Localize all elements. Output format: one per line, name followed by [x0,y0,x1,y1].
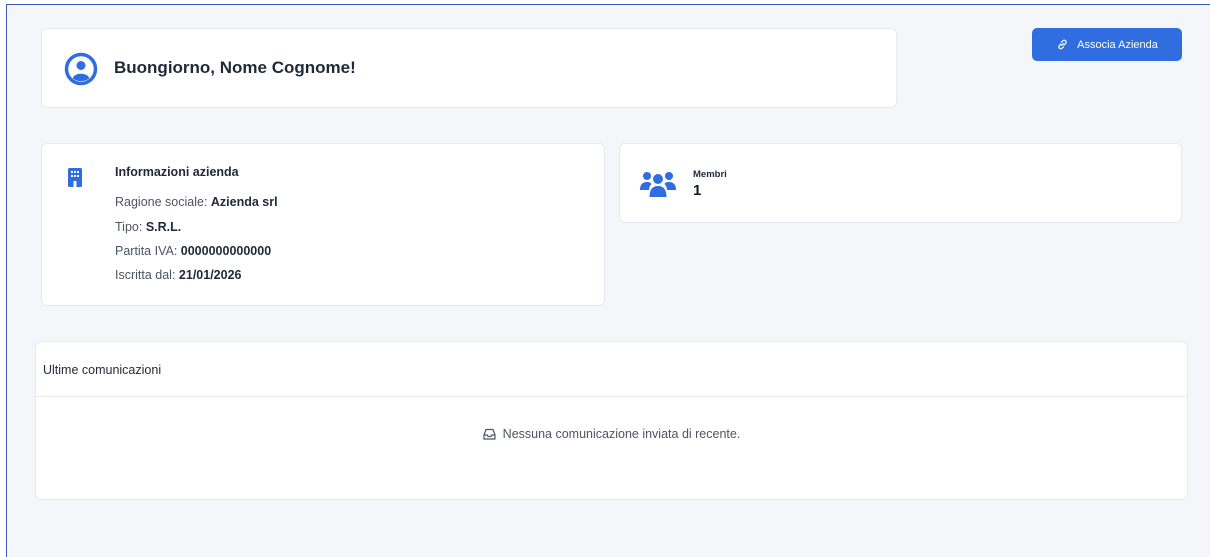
members-label: Membri [693,169,727,180]
inbox-icon [483,428,496,440]
partita-iva-row: Partita IVA: 0000000000000 [115,244,271,258]
communications-card: Ultime comunicazioni Nessuna comunicazio… [35,341,1188,500]
tipo-label: Tipo: [115,220,143,234]
greeting-card: Buongiorno, Nome Cognome! [41,28,897,108]
ragione-sociale-row: Ragione sociale: Azienda srl [115,195,278,209]
greeting-title: Buongiorno, Nome Cognome! [114,58,356,77]
members-card: Membri 1 [619,143,1182,223]
associa-azienda-button[interactable]: Associa Azienda [1032,28,1182,61]
tipo-value: S.R.L. [145,220,182,234]
communications-header: Ultime comunicazioni [36,342,1187,397]
company-info-title: Informazioni azienda [115,165,239,179]
tipo-row: Tipo: S.R.L. [115,220,181,234]
members-count: 1 [693,182,702,199]
ragione-sociale-label: Ragione sociale: [115,195,208,209]
user-circle-icon [64,52,98,86]
link-icon [1058,39,1067,50]
iscritta-dal-label: Iscritta dal: [115,268,176,282]
associa-azienda-label: Associa Azienda [1077,38,1158,51]
partita-iva-label: Partita IVA: [115,244,178,258]
building-icon [68,168,82,187]
partita-iva-value: 0000000000000 [180,244,272,258]
communications-title: Ultime comunicazioni [43,363,162,377]
company-info-card: Informazioni azienda Ragione sociale: Az… [41,143,605,306]
ragione-sociale-value: Azienda srl [210,195,278,209]
communications-empty-text: Nessuna comunicazione inviata di recente… [502,427,741,441]
users-icon [640,172,676,197]
iscritta-dal-value: 21/01/2026 [178,268,242,282]
iscritta-dal-row: Iscritta dal: 21/01/2026 [115,268,241,282]
communications-empty-state: Nessuna comunicazione inviata di recente… [36,427,1187,441]
app-frame: Buongiorno, Nome Cognome! Associa Aziend… [6,4,1210,557]
